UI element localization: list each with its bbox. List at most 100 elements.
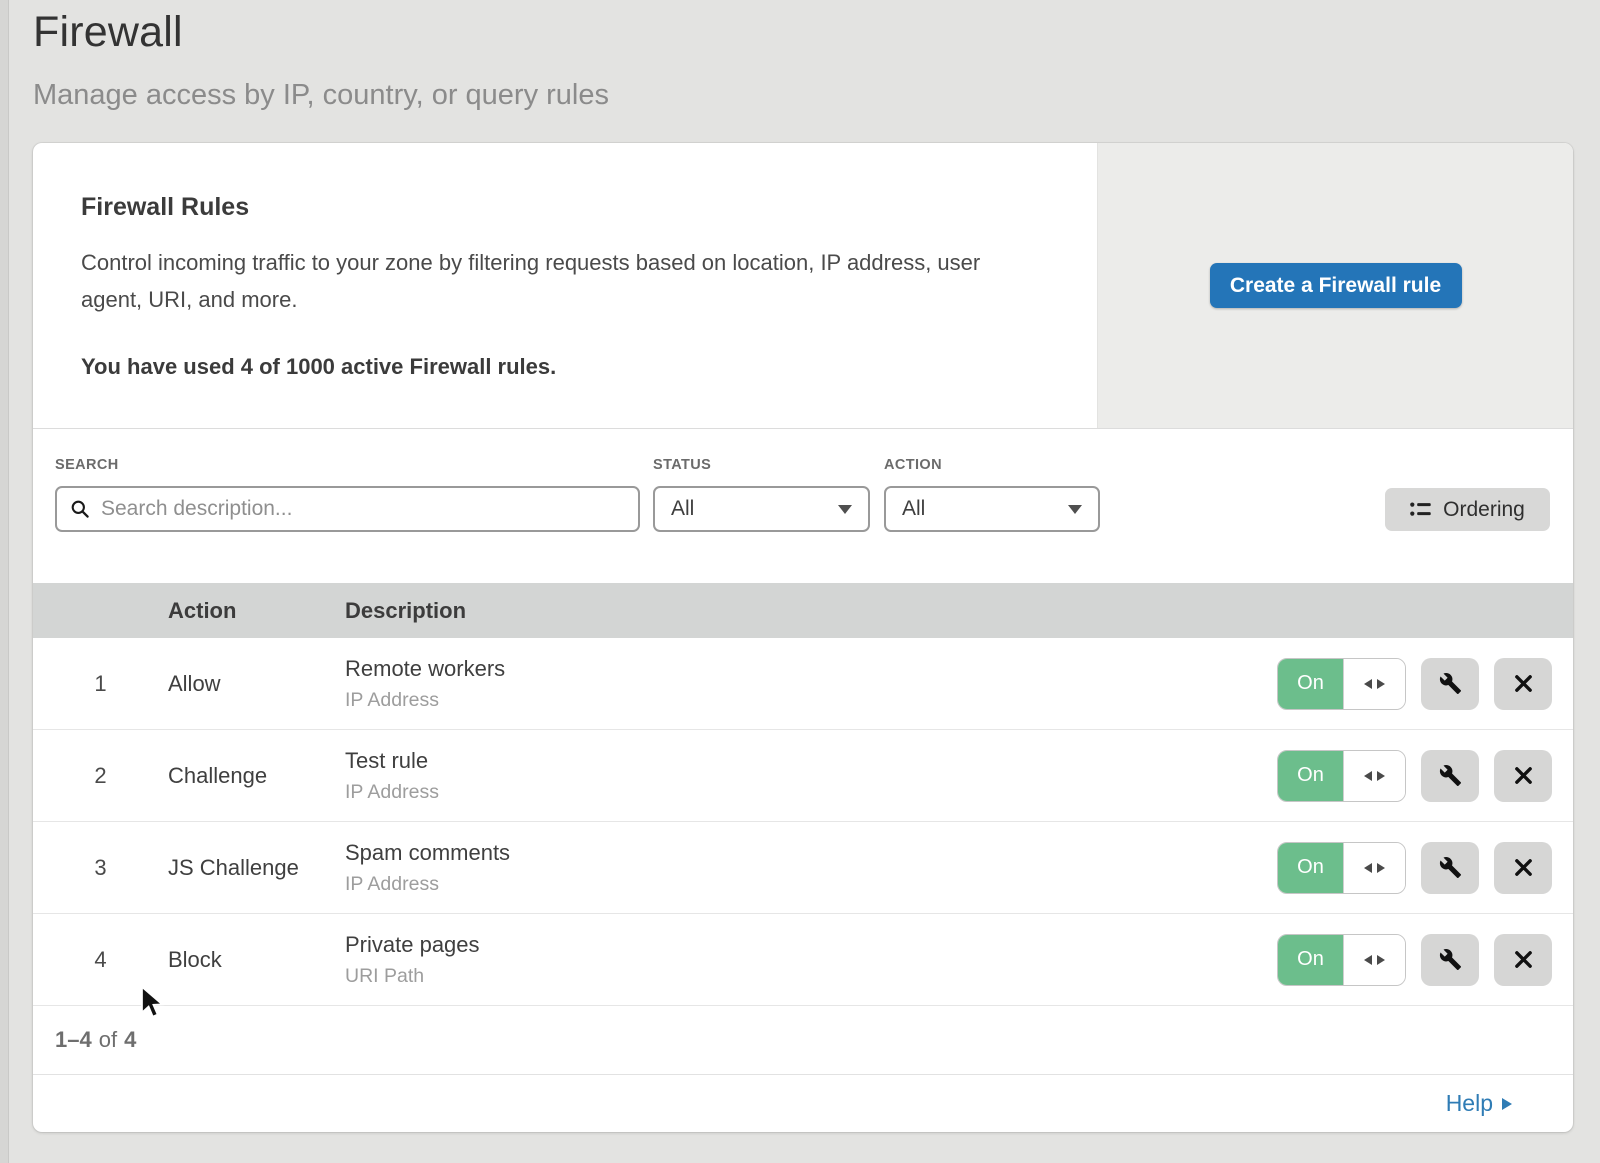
intro-info: Firewall Rules Control incoming traffic … [33, 143, 1097, 428]
card-heading: Firewall Rules [81, 193, 1049, 222]
x-icon [1514, 858, 1533, 877]
toggle-knob[interactable] [1343, 659, 1405, 709]
search-icon [70, 499, 90, 519]
rule-description: Spam comments [345, 840, 1277, 866]
rule-action: Allow [168, 671, 345, 697]
rule-action: Challenge [168, 763, 345, 789]
delete-rule-button[interactable] [1494, 750, 1552, 802]
rule-priority: 4 [33, 947, 168, 973]
pagination-range: 1–4 [55, 1027, 92, 1053]
triangle-right-icon [1377, 863, 1385, 873]
x-icon [1514, 766, 1533, 785]
triangle-left-icon [1364, 955, 1372, 965]
action-select[interactable]: All [884, 486, 1100, 532]
rule-description-cell: Remote workers IP Address [345, 656, 1277, 712]
ordering-label: Ordering [1443, 498, 1525, 522]
delete-rule-button[interactable] [1494, 658, 1552, 710]
intro-section: Firewall Rules Control incoming traffic … [33, 143, 1573, 428]
table-row: 1 Allow Remote workers IP Address On [33, 638, 1573, 730]
page-header: Firewall Manage access by IP, country, o… [33, 8, 609, 112]
triangle-left-icon [1364, 771, 1372, 781]
toggle-on-segment[interactable]: On [1278, 843, 1343, 893]
table-row: 4 Block Private pages URI Path On [33, 914, 1573, 1006]
firewall-rules-card: Firewall Rules Control incoming traffic … [33, 143, 1573, 1132]
edit-rule-button[interactable] [1421, 658, 1479, 710]
toggle-on-segment[interactable]: On [1278, 935, 1343, 985]
table-row: 3 JS Challenge Spam comments IP Address … [33, 822, 1573, 914]
toggle-knob[interactable] [1343, 935, 1405, 985]
edit-rule-button[interactable] [1421, 842, 1479, 894]
chevron-down-icon [1068, 505, 1082, 514]
x-icon [1514, 950, 1533, 969]
pagination-of: of [99, 1027, 117, 1053]
action-filter-group: ACTION All [884, 457, 1100, 532]
rule-match-type: IP Address [345, 689, 1277, 712]
chevron-down-icon [838, 505, 852, 514]
rule-description-cell: Test rule IP Address [345, 748, 1277, 804]
list-ordering-icon [1410, 501, 1431, 518]
action-select-value: All [902, 497, 925, 521]
rule-description: Test rule [345, 748, 1277, 774]
rule-enabled-toggle[interactable]: On [1277, 750, 1406, 802]
help-label: Help [1446, 1090, 1493, 1117]
rule-action: JS Challenge [168, 855, 345, 881]
rule-description-cell: Private pages URI Path [345, 932, 1277, 988]
page-left-edge [0, 0, 9, 1163]
create-rule-panel: Create a Firewall rule [1097, 143, 1573, 428]
rule-enabled-toggle[interactable]: On [1277, 934, 1406, 986]
ordering-button[interactable]: Ordering [1385, 488, 1550, 531]
triangle-right-icon [1377, 955, 1385, 965]
create-firewall-rule-button[interactable]: Create a Firewall rule [1210, 263, 1462, 308]
rule-priority: 3 [33, 855, 168, 881]
page-title: Firewall [33, 8, 609, 57]
status-label: STATUS [653, 457, 870, 473]
wrench-icon [1439, 672, 1462, 695]
search-input[interactable] [57, 488, 638, 530]
rule-description: Private pages [345, 932, 1277, 958]
action-label: ACTION [884, 457, 1100, 473]
triangle-right-icon [1377, 679, 1385, 689]
rule-match-type: IP Address [345, 781, 1277, 804]
toggle-knob[interactable] [1343, 751, 1405, 801]
toggle-on-segment[interactable]: On [1278, 659, 1343, 709]
help-link[interactable]: Help [1446, 1090, 1512, 1117]
wrench-icon [1439, 948, 1462, 971]
wrench-icon [1439, 856, 1462, 879]
pagination-total: 4 [124, 1027, 136, 1053]
rule-controls: On [1277, 750, 1573, 802]
pagination: 1–4 of 4 [33, 1006, 1573, 1074]
edit-rule-button[interactable] [1421, 934, 1479, 986]
rule-description: Remote workers [345, 656, 1277, 682]
table-header: Action Description [33, 583, 1573, 638]
rule-match-type: URI Path [345, 965, 1277, 988]
status-select[interactable]: All [653, 486, 870, 532]
rule-enabled-toggle[interactable]: On [1277, 842, 1406, 894]
delete-rule-button[interactable] [1494, 842, 1552, 894]
rule-priority: 2 [33, 763, 168, 789]
rule-enabled-toggle[interactable]: On [1277, 658, 1406, 710]
search-box[interactable] [55, 486, 640, 532]
rule-controls: On [1277, 934, 1573, 986]
rule-description-cell: Spam comments IP Address [345, 840, 1277, 896]
rule-controls: On [1277, 842, 1573, 894]
rule-action: Block [168, 947, 345, 973]
edit-rule-button[interactable] [1421, 750, 1479, 802]
wrench-icon [1439, 764, 1462, 787]
toggle-knob[interactable] [1343, 843, 1405, 893]
x-icon [1514, 674, 1533, 693]
toggle-on-segment[interactable]: On [1278, 751, 1343, 801]
rule-match-type: IP Address [345, 873, 1277, 896]
rule-priority: 1 [33, 671, 168, 697]
triangle-left-icon [1364, 679, 1372, 689]
rule-controls: On [1277, 658, 1573, 710]
page-subtitle: Manage access by IP, country, or query r… [33, 79, 609, 112]
triangle-right-icon [1377, 771, 1385, 781]
delete-rule-button[interactable] [1494, 934, 1552, 986]
column-header-description: Description [345, 598, 1573, 624]
table-row: 2 Challenge Test rule IP Address On [33, 730, 1573, 822]
status-select-value: All [671, 497, 694, 521]
status-filter-group: STATUS All [653, 457, 870, 532]
triangle-left-icon [1364, 863, 1372, 873]
usage-summary: You have used 4 of 1000 active Firewall … [81, 354, 1049, 380]
arrow-right-icon [1502, 1098, 1512, 1110]
